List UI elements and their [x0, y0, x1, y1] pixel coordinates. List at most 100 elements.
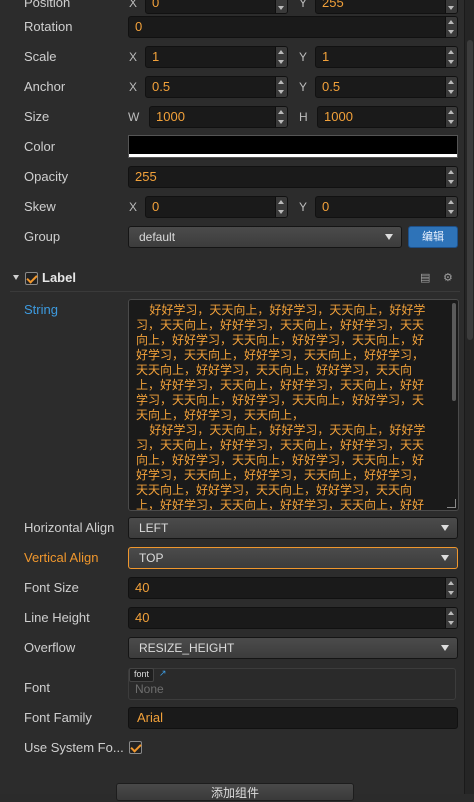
stepper-icon[interactable]: [275, 77, 287, 97]
color-swatch[interactable]: [128, 135, 458, 158]
font-asset-value: None: [135, 682, 164, 696]
stepper-icon[interactable]: [445, 47, 457, 67]
label-component-title: Label: [42, 270, 76, 285]
scale-y-field[interactable]: 1: [315, 46, 458, 68]
font-size-label: Font Size: [24, 580, 79, 595]
line-height-field[interactable]: 40: [128, 607, 458, 629]
collapse-triangle-icon[interactable]: [13, 275, 19, 280]
textarea-scrollbar[interactable]: [452, 303, 456, 401]
skew-x-field[interactable]: 0: [145, 196, 288, 218]
size-w-value: 1000: [156, 109, 185, 124]
rotation-label: Rotation: [24, 19, 73, 34]
stepper-icon[interactable]: [445, 197, 457, 217]
group-row: Group default 编辑: [0, 222, 464, 252]
overflow-value: RESIZE_HEIGHT: [139, 641, 235, 655]
vertical-align-select[interactable]: TOP: [128, 547, 458, 569]
scale-y-value: 1: [322, 49, 330, 64]
font-asset-tag: font: [129, 668, 155, 682]
section-divider: [10, 291, 460, 292]
skew-x-axis: X: [129, 200, 138, 214]
font-label: Font: [24, 680, 51, 695]
size-w-field[interactable]: 1000: [149, 106, 288, 128]
line-height-row: Line Height 40: [0, 603, 464, 633]
skew-label: Skew: [24, 199, 56, 214]
size-label: Size: [24, 109, 50, 124]
rotation-field[interactable]: 0: [128, 16, 458, 38]
anchor-y-value: 0.5: [322, 79, 341, 94]
gear-icon[interactable]: ⚙: [443, 273, 453, 284]
scale-row: Scale X 1 Y 1: [0, 42, 464, 72]
font-size-value: 40: [135, 580, 150, 595]
group-select[interactable]: default: [128, 226, 402, 248]
overflow-row: Overflow RESIZE_HEIGHT: [0, 633, 464, 663]
stepper-icon[interactable]: [275, 47, 287, 67]
size-h-value: 1000: [324, 109, 353, 124]
vertical-align-row: Vertical Align TOP: [0, 543, 464, 573]
scale-x-value: 1: [152, 49, 160, 64]
anchor-x-value: 0.5: [152, 79, 171, 94]
font-asset-field[interactable]: font ↗ None: [128, 668, 456, 700]
font-family-label: Font Family: [24, 710, 92, 725]
book-icon[interactable]: ▤: [420, 273, 430, 284]
edit-group-button[interactable]: 编辑: [408, 226, 458, 248]
scale-label: Scale: [24, 49, 57, 64]
opacity-field[interactable]: 255: [128, 166, 458, 188]
alpha-bar: [129, 154, 457, 157]
stepper-icon[interactable]: [445, 608, 457, 628]
horizontal-align-row: Horizontal Align LEFT: [0, 513, 464, 543]
anchor-x-field[interactable]: 0.5: [145, 76, 288, 98]
anchor-y-field[interactable]: 0.5: [315, 76, 458, 98]
anchor-x-axis: X: [129, 80, 138, 94]
add-component-button[interactable]: 添加组件: [116, 783, 354, 801]
rotation-row: Rotation 0: [0, 12, 464, 42]
chevron-down-icon: [385, 234, 393, 240]
vertical-align-value: TOP: [139, 551, 164, 565]
vertical-align-label: Vertical Align: [24, 550, 99, 565]
string-text: 好好学习，天天向上，好好学习，天天向上，好好学习，天天向上，好好学习，天天向上，…: [136, 303, 426, 511]
stepper-icon[interactable]: [445, 107, 457, 127]
skew-y-value: 0: [322, 199, 330, 214]
horizontal-align-value: LEFT: [139, 521, 169, 535]
inspector-panel: Position X 0 Y 255 Rotation 0 Scale X 1 …: [0, 0, 465, 801]
group-value: default: [139, 230, 176, 244]
scale-x-field[interactable]: 1: [145, 46, 288, 68]
stepper-icon[interactable]: [445, 77, 457, 97]
size-h-axis: H: [299, 110, 308, 124]
stepper-icon[interactable]: [445, 17, 457, 37]
size-h-field[interactable]: 1000: [317, 106, 458, 128]
string-label: String: [24, 302, 58, 317]
color-row: Color: [0, 132, 464, 162]
stepper-icon[interactable]: [275, 197, 287, 217]
label-enabled-checkbox[interactable]: [25, 272, 38, 285]
scrollbar-thumb[interactable]: [467, 40, 473, 340]
stepper-icon[interactable]: [275, 107, 287, 127]
opacity-row: Opacity 255: [0, 162, 464, 192]
chevron-down-icon: [441, 555, 449, 561]
font-size-field[interactable]: 40: [128, 577, 458, 599]
line-height-value: 40: [135, 610, 150, 625]
overflow-select[interactable]: RESIZE_HEIGHT: [128, 637, 458, 659]
scale-y-axis: Y: [299, 50, 308, 64]
size-w-axis: W: [128, 110, 140, 124]
font-family-value: Arial: [137, 710, 164, 725]
skew-row: Skew X 0 Y 0: [0, 192, 464, 222]
font-family-row: Font Family Arial: [0, 703, 464, 733]
stepper-icon[interactable]: [445, 167, 457, 187]
string-textarea[interactable]: 好好学习，天天向上，好好学习，天天向上，好好学习，天天向上，好好学习，天天向上，…: [128, 299, 459, 511]
font-family-field[interactable]: Arial: [128, 707, 458, 729]
position-y-value: 255: [322, 0, 344, 10]
skew-y-field[interactable]: 0: [315, 196, 458, 218]
panel-scrollbar[interactable]: [465, 0, 474, 794]
external-link-icon[interactable]: ↗: [159, 668, 167, 679]
stepper-icon[interactable]: [445, 578, 457, 598]
horizontal-align-label: Horizontal Align: [24, 520, 115, 535]
label-component-header[interactable]: Label ▤ ⚙: [0, 265, 464, 291]
overflow-label: Overflow: [24, 640, 76, 655]
use-system-font-checkbox[interactable]: [129, 741, 142, 754]
horizontal-align-select[interactable]: LEFT: [128, 517, 458, 539]
group-label: Group: [24, 229, 61, 244]
resize-grip-icon[interactable]: [447, 499, 456, 508]
use-system-font-label: Use System Fo...: [24, 740, 124, 755]
opacity-value: 255: [135, 169, 157, 184]
line-height-label: Line Height: [24, 610, 90, 625]
